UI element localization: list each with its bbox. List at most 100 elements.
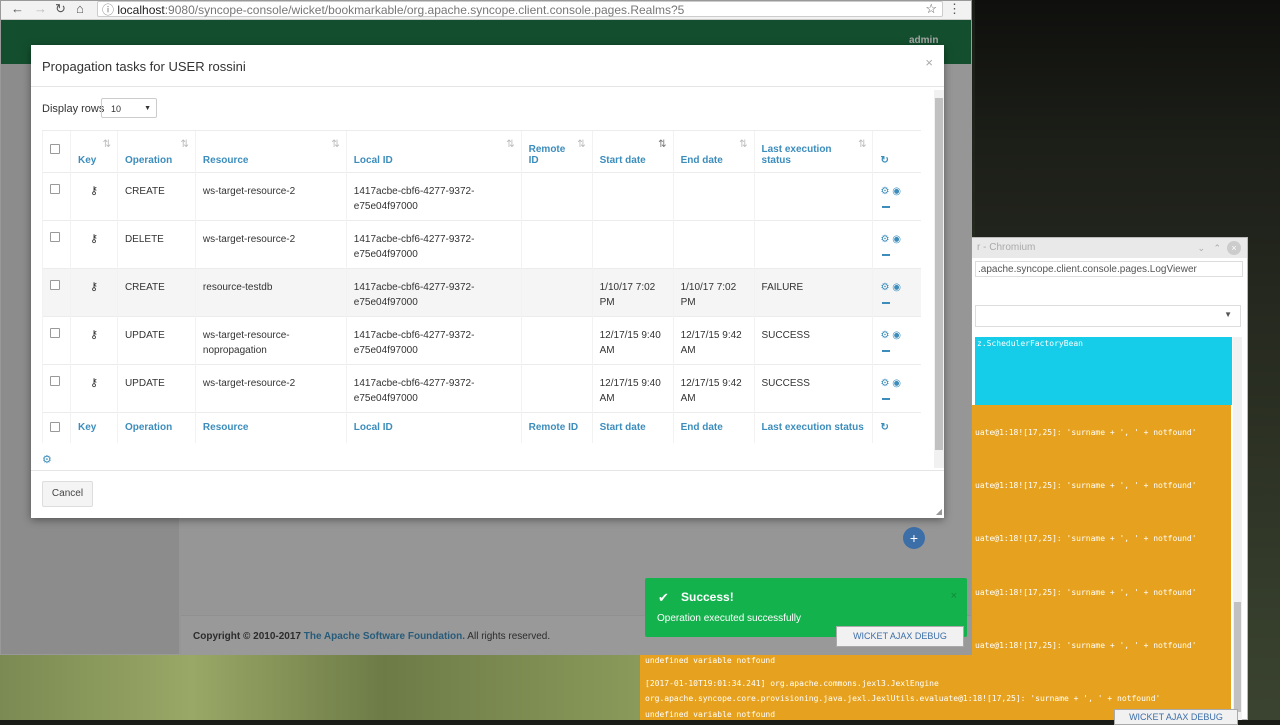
log-line: undefined variable notfound — [645, 656, 776, 665]
log-viewer-title: r - Chromium — [977, 242, 1036, 253]
cell-start-date: 12/17/15 9:40 AM — [591, 364, 674, 413]
row-actions: ⚙ ◉ — [872, 220, 921, 269]
log-viewer-titlebar[interactable]: r - Chromium ⌄ ⌃ × — [971, 238, 1247, 258]
add-button[interactable]: + — [903, 527, 925, 549]
minus-icon[interactable] — [882, 302, 891, 304]
row-checkbox[interactable] — [42, 316, 71, 365]
wicket-ajax-debug-button[interactable]: WICKET AJAX DEBUG — [836, 626, 964, 647]
column-label: Start date — [599, 155, 646, 166]
column-header-start-date[interactable]: ⇅ Start date — [591, 130, 674, 173]
modal-scrollbar-thumb[interactable] — [935, 98, 943, 450]
sort-icon: ⇅ — [739, 139, 748, 150]
cancel-button[interactable]: Cancel — [42, 481, 93, 507]
key-icon: ⚷ — [89, 281, 99, 293]
select-all-checkbox-footer[interactable] — [42, 412, 71, 443]
gear-icon[interactable]: ⚙ — [880, 234, 889, 245]
cell-status: SUCCESS — [753, 364, 873, 413]
gear-icon[interactable]: ⚙ — [880, 186, 889, 197]
row-checkbox[interactable] — [42, 364, 71, 413]
cell-local-id: 1417acbe-cbf6-4277-9372-e75e04f97000 — [345, 268, 522, 317]
column-header-key[interactable]: ⇅ Key — [69, 130, 118, 173]
column-label: Resource — [202, 155, 249, 166]
refresh-icon[interactable]: ↻ — [872, 412, 921, 443]
footer-column-operation[interactable]: Operation — [116, 412, 196, 443]
log-viewer-url[interactable]: .apache.syncope.client.console.pages.Log… — [975, 261, 1243, 277]
cell-operation: UPDATE — [116, 364, 196, 413]
refresh-icon[interactable]: ↻ — [872, 130, 921, 173]
footer-column-resource[interactable]: Resource — [194, 412, 347, 443]
cell-resource: resource-testdb — [194, 268, 347, 317]
gear-icon[interactable]: ⚙ — [880, 282, 889, 293]
footer-column-remote-id[interactable]: Remote ID — [520, 412, 593, 443]
footer-column-local-id[interactable]: Local ID — [345, 412, 522, 443]
close-icon[interactable]: × — [925, 55, 933, 70]
table-row[interactable]: ⚷ CREATE resource-testdb 1417acbe-cbf6-4277… — [42, 268, 921, 317]
close-icon[interactable]: × — [951, 590, 957, 602]
back-icon[interactable]: ← — [11, 1, 24, 17]
cell-local-id: 1417acbe-cbf6-4277-9372-e75e04f97000 — [345, 172, 522, 221]
minus-icon[interactable] — [882, 206, 891, 208]
bookmark-star-icon[interactable]: ☆ — [925, 1, 937, 17]
log-line: uate@1:18![17,25]: 'surname + ', ' + not… — [975, 534, 1197, 543]
gear-icon[interactable]: ⚙ — [880, 330, 889, 341]
select-all-checkbox[interactable] — [42, 130, 71, 173]
minus-icon[interactable] — [882, 350, 891, 352]
table-row[interactable]: ⚷ DELETE ws-target-resource-2 1417acbe-cbf6… — [42, 220, 921, 269]
eye-icon[interactable]: ◉ — [892, 378, 901, 389]
sort-icon: ⇅ — [506, 139, 515, 150]
log-scrollbar-thumb[interactable] — [1234, 602, 1241, 712]
column-label: Local ID — [353, 155, 393, 166]
column-header-resource[interactable]: ⇅ Resource — [194, 130, 347, 173]
gear-icon[interactable]: ⚙ — [42, 453, 52, 466]
footer-column-last-execution-status[interactable]: Last execution status — [753, 412, 873, 443]
row-checkbox[interactable] — [42, 220, 71, 269]
cell-remote-id — [520, 316, 593, 365]
eye-icon[interactable]: ◉ — [892, 234, 901, 245]
resize-handle-icon[interactable]: ◢ — [936, 507, 942, 516]
table-row[interactable]: ⚷ UPDATE ws-target-resource-2 1417acbe-cbf6… — [42, 364, 921, 413]
column-header-operation[interactable]: ⇅ Operation — [116, 130, 196, 173]
cell-operation: CREATE — [116, 268, 196, 317]
address-bar[interactable]: ⓘ localhost:9080/syncope-console/wicket/… — [97, 1, 943, 17]
minus-icon[interactable] — [882, 254, 891, 256]
eye-icon[interactable]: ◉ — [892, 186, 901, 197]
forward-icon[interactable]: → — [34, 1, 47, 17]
table-row[interactable]: ⚷ CREATE ws-target-resource-2 1417acbe-cbf6… — [42, 172, 921, 221]
cell-operation: UPDATE — [116, 316, 196, 365]
sort-icon: ⇅ — [180, 139, 189, 150]
logger-select[interactable]: ▼ — [975, 305, 1241, 327]
wicket-ajax-debug-button-2[interactable]: WICKET AJAX DEBUG — [1114, 709, 1238, 725]
menu-icon[interactable]: ⋮ — [948, 1, 961, 17]
row-actions: ⚙ ◉ — [872, 316, 921, 365]
footer-column-start-date[interactable]: Start date — [591, 412, 674, 443]
column-header-local-id[interactable]: ⇅ Local ID — [345, 130, 522, 173]
modal-scrollbar[interactable] — [934, 90, 944, 468]
cell-operation: DELETE — [116, 220, 196, 269]
footer-column-key[interactable]: Key — [69, 412, 118, 443]
row-checkbox[interactable] — [42, 172, 71, 221]
column-label: End date — [680, 155, 723, 166]
checkmark-icon: ✔ — [658, 590, 669, 605]
column-header-end-date[interactable]: ⇅ End date — [672, 130, 755, 173]
table-row[interactable]: ⚷ UPDATE ws-target-resource-nopropagation 1… — [42, 316, 921, 365]
maximize-icon[interactable]: ⌃ — [1213, 238, 1221, 258]
key-icon: ⚷ — [89, 329, 99, 341]
home-icon[interactable]: ⌂ — [76, 1, 84, 17]
eye-icon[interactable]: ◉ — [892, 282, 901, 293]
close-icon[interactable]: × — [1227, 241, 1241, 255]
caret-down-icon: ▼ — [144, 105, 151, 112]
cell-start-date: 1/10/17 7:02 PM — [591, 268, 674, 317]
minus-icon[interactable] — [882, 398, 891, 400]
minimize-icon[interactable]: ⌄ — [1197, 238, 1205, 258]
gear-icon[interactable]: ⚙ — [880, 378, 889, 389]
column-header-last-execution-status[interactable]: ⇅ Last execution status — [753, 130, 873, 173]
footer-column-end-date[interactable]: End date — [672, 412, 755, 443]
eye-icon[interactable]: ◉ — [892, 330, 901, 341]
row-checkbox[interactable] — [42, 268, 71, 317]
log-scrollbar[interactable] — [1233, 337, 1242, 720]
reload-icon[interactable]: ↻ — [55, 1, 66, 17]
display-rows-select[interactable]: 10 ▼ — [101, 98, 157, 118]
column-header-remote-id[interactable]: ⇅ Remote ID — [520, 130, 593, 173]
cell-local-id: 1417acbe-cbf6-4277-9372-e75e04f97000 — [345, 316, 522, 365]
key-icon: ⚷ — [69, 172, 118, 221]
